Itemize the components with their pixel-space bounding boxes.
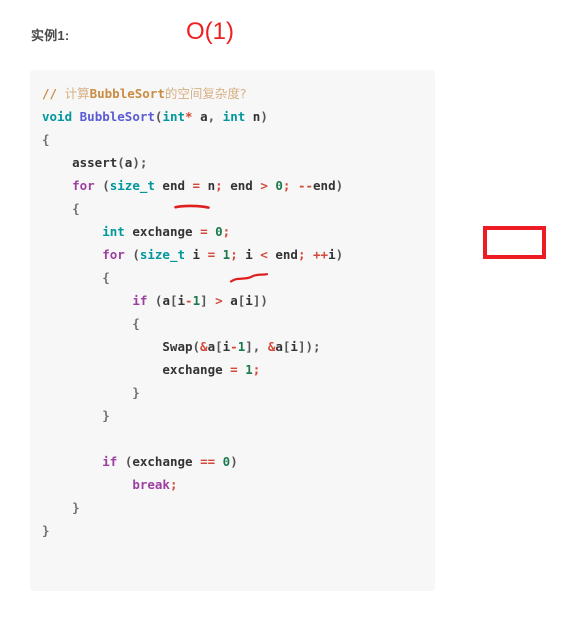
code-line: { (42, 316, 140, 331)
code-line: assert(a); (42, 155, 148, 170)
code-line: int exchange = 0; (102, 224, 231, 239)
complexity-answer: O(1) (186, 18, 234, 45)
code-line: exchange = 1; (42, 362, 261, 377)
code-line: } (42, 500, 80, 515)
code-block: // 计算BubbleSort的空间复杂度? void BubbleSort(in… (30, 70, 435, 591)
code-line: { (42, 270, 110, 285)
code-line: if (exchange == 0) (102, 454, 238, 469)
code-line: { (42, 201, 80, 216)
example-label: 实例1: (31, 28, 70, 43)
code-line: { (42, 132, 50, 147)
code-line: } (42, 523, 50, 538)
code-line: void BubbleSort(int* a, int n) (42, 109, 268, 124)
code-line: if (a[i-1] > a[i]) (132, 293, 268, 308)
code-line: } (42, 408, 110, 423)
code-content: // 计算BubbleSort的空间复杂度? void BubbleSort(in… (30, 70, 343, 542)
code-line: for (size_t i = 1; i < end; ++i) (102, 247, 344, 262)
code-line: Swap(&a[i-1], &a[i]); (42, 339, 321, 354)
code-line: } (42, 385, 140, 400)
code-line: break; (132, 477, 178, 492)
code-line: for (size_t end = n; end > 0; --end) (72, 178, 344, 193)
header: 实例1: O(1) (0, 0, 585, 60)
red-highlight-box (483, 226, 546, 259)
code-line: // 计算BubbleSort的空间复杂度? (42, 86, 247, 101)
